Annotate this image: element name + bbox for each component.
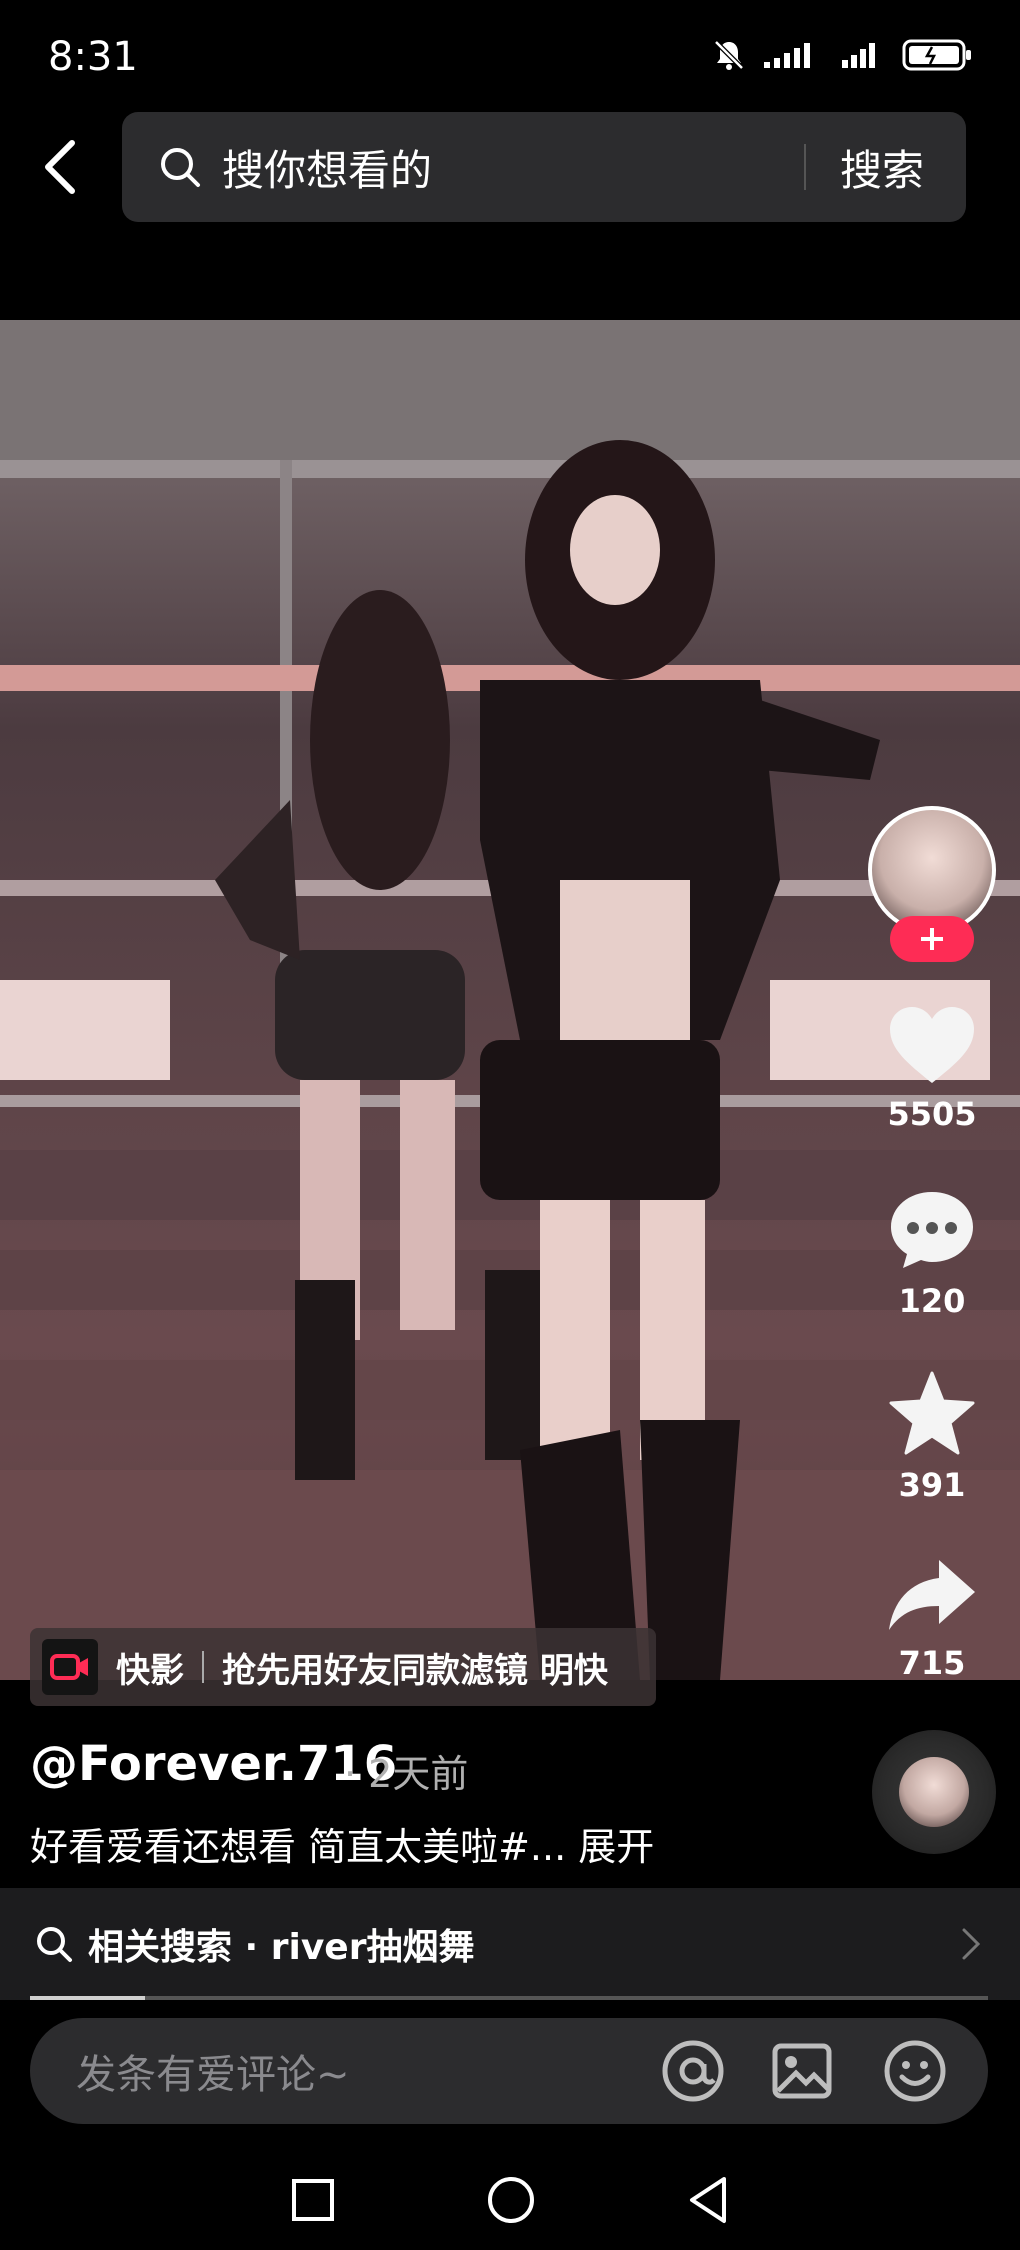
signal-icon [842,43,875,68]
favorite-button[interactable]: 391 [862,1370,1002,1504]
search-input[interactable]: 搜你想看的 [222,137,804,198]
comment-icon [891,1192,973,1268]
back-button[interactable] [30,132,90,202]
kuaiying-logo-icon [42,1639,98,1695]
battery-icon [902,39,971,71]
share-arrow-icon [889,1560,975,1630]
search-icon [161,148,200,187]
comment-placeholder[interactable]: 发条有爱评论~ [76,2042,660,2100]
music-disc-button[interactable] [872,1730,996,1854]
related-search-label: 相关搜索 · river抽烟舞 [88,1927,475,1968]
at-mention-icon[interactable] [660,2038,726,2104]
home-button[interactable] [486,2175,536,2225]
system-nav-bar [0,2150,1020,2250]
recent-apps-button[interactable] [290,2177,336,2223]
music-cover [899,1757,969,1827]
video-progress-fill [30,1996,145,2000]
back-nav-button[interactable] [686,2175,730,2225]
search-button[interactable]: 搜索 [840,137,924,198]
post-time: · 2天前 [344,1752,469,1796]
status-icons [712,38,972,72]
comment-button[interactable]: 120 [862,1188,1002,1320]
banner-divider [202,1651,204,1683]
video-camera-icon [50,1654,88,1680]
favorite-count: 391 [898,1466,966,1504]
chevron-right-icon [962,1928,981,1960]
search-bar[interactable]: 搜你想看的 搜索 [122,112,966,222]
plus-icon [921,928,943,950]
heart-icon [890,1007,974,1083]
search-divider [803,144,806,190]
follow-button[interactable] [890,916,974,962]
banner-text: 抢先用好友同款滤镜 明快 [222,1650,608,1691]
comment-count: 120 [898,1282,966,1320]
signal-icon [764,43,810,68]
status-time: 8:31 [48,34,138,80]
action-column: 5505 120 391 715 [862,800,1002,1700]
author-name[interactable]: @Forever.716 [30,1736,397,1792]
image-icon[interactable] [772,2043,832,2099]
emoji-icon[interactable] [882,2038,948,2104]
related-search-bar[interactable]: 相关搜索 · river抽烟舞 [0,1888,1020,2000]
video-progress-track[interactable] [30,1996,988,2000]
like-count: 5505 [887,1095,977,1133]
search-icon [37,1927,72,1962]
avatar [868,806,996,934]
template-banner[interactable]: 快影 抢先用好友同款滤镜 明快 [30,1628,656,1706]
banner-app-name: 快影 [116,1650,184,1691]
back-arrow-icon [45,140,75,194]
like-button[interactable]: 5505 [862,1005,1002,1133]
author-avatar-button[interactable] [862,806,1002,962]
post-caption[interactable]: 好看爱看还想看 简直太美啦#... 展开 [30,1816,654,1871]
share-count: 715 [898,1644,966,1682]
mute-icon [714,40,744,70]
comment-input[interactable]: 发条有爱评论~ [30,2018,988,2124]
share-button[interactable]: 715 [862,1556,1002,1682]
star-icon [889,1371,975,1455]
